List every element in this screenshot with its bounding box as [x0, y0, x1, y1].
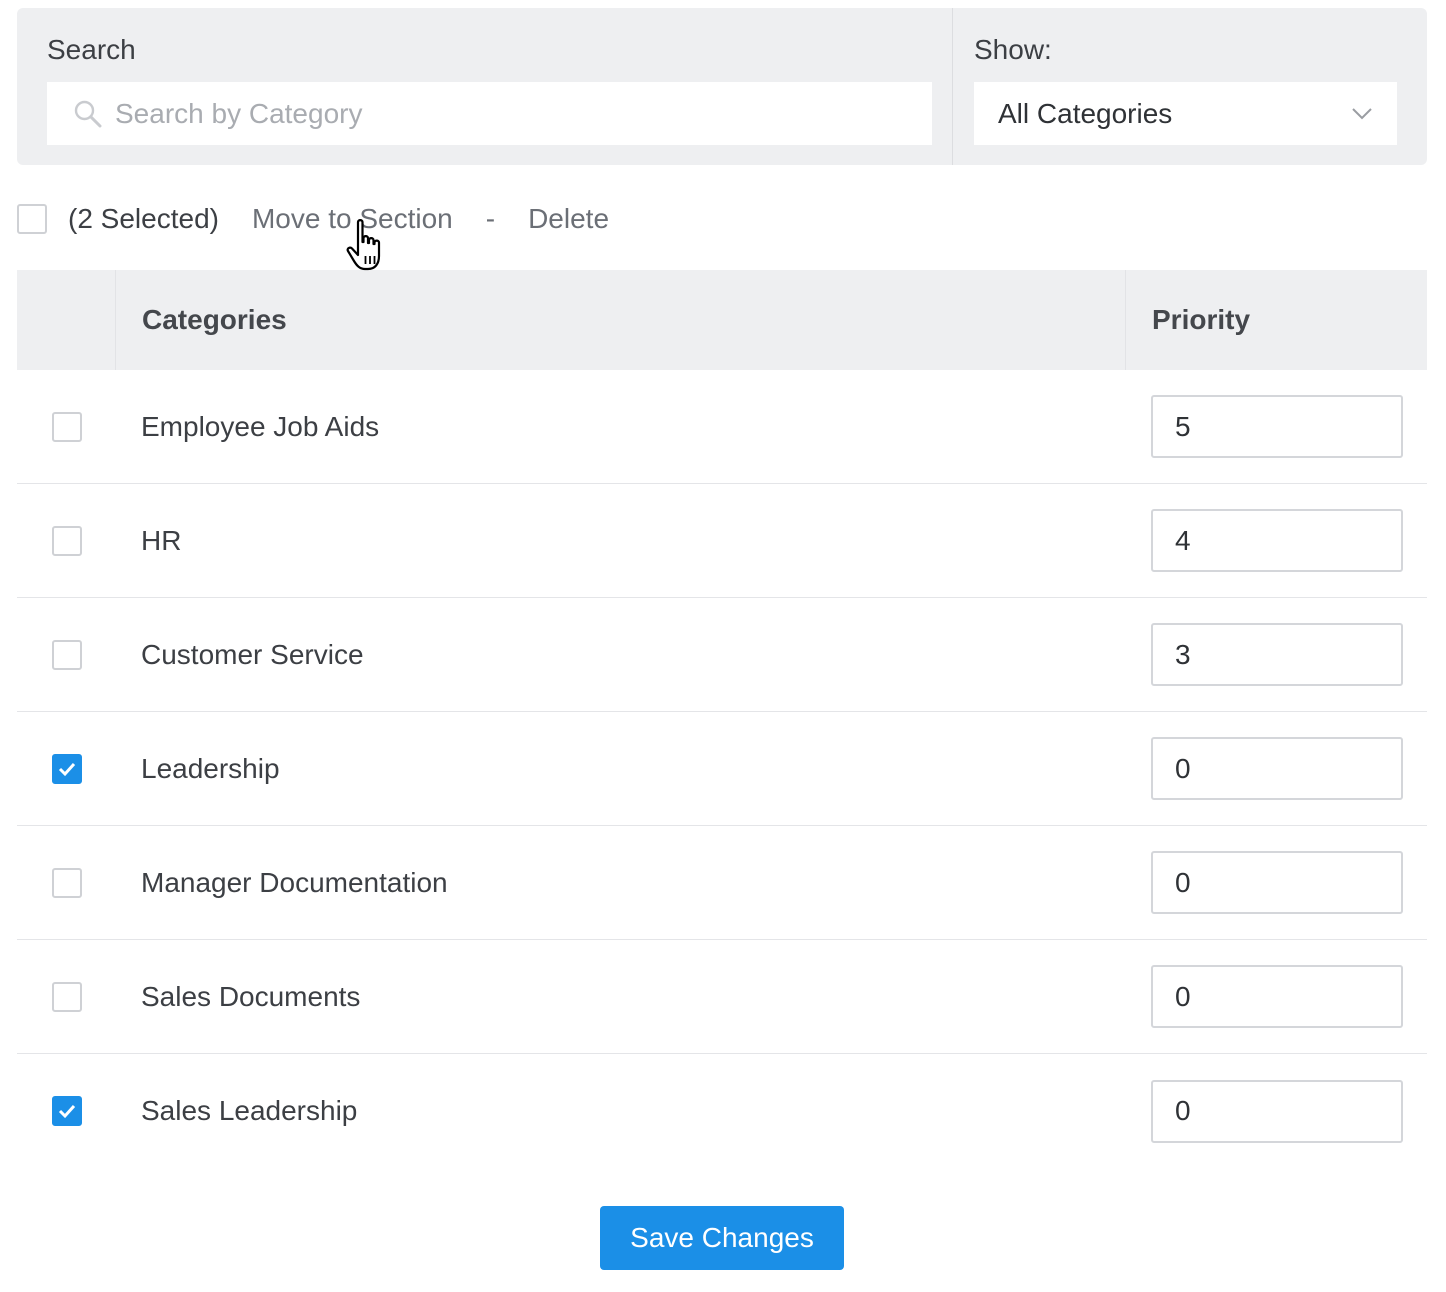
priority-input[interactable]	[1151, 965, 1403, 1028]
bulk-action-separator: -	[485, 203, 496, 234]
row-priority-cell	[1125, 623, 1427, 686]
table-body: Employee Job Aids HR Customer Service Leade…	[17, 370, 1427, 1168]
priority-input[interactable]	[1151, 395, 1403, 458]
table-row: HR	[17, 484, 1427, 598]
row-priority-cell	[1125, 851, 1427, 914]
categories-table: Categories Priority Employee Job Aids HR C…	[17, 270, 1427, 1168]
check-icon	[58, 762, 76, 776]
check-icon	[58, 1104, 76, 1119]
row-checkbox-cell	[17, 639, 115, 670]
row-category-name: Employee Job Aids	[141, 410, 380, 442]
row-checkbox[interactable]	[52, 1096, 82, 1126]
row-category-name: Sales Leadership	[141, 1095, 358, 1126]
row-checkbox-cell	[17, 525, 115, 556]
priority-input[interactable]	[1151, 1079, 1403, 1143]
search-section: Search	[17, 8, 953, 165]
priority-input[interactable]	[1151, 737, 1403, 800]
row-checkbox[interactable]	[52, 753, 82, 784]
row-checkbox[interactable]	[52, 525, 82, 556]
priority-input[interactable]	[1151, 509, 1403, 572]
row-checkbox-cell	[17, 411, 115, 442]
header-priority[interactable]: Priority	[1126, 270, 1427, 370]
row-checkbox[interactable]	[52, 411, 82, 442]
header-categories[interactable]: Categories	[116, 270, 1126, 370]
table-row: Sales Leadership	[17, 1054, 1427, 1168]
priority-input[interactable]	[1151, 851, 1403, 914]
row-checkbox-cell	[17, 981, 115, 1012]
filter-panel: Search Show: All Categories	[17, 8, 1427, 165]
delete-link[interactable]: Delete	[528, 203, 609, 235]
row-category-name: Manager Documentation	[141, 866, 448, 898]
row-category-name: HR	[141, 524, 182, 556]
show-category-select[interactable]: All Categories	[974, 82, 1397, 145]
table-row: Employee Job Aids	[17, 370, 1427, 484]
category-manager-page: Search Show: All Categories	[0, 0, 1446, 1292]
table-row: Leadership	[17, 712, 1427, 826]
row-category-name: Sales Documents	[141, 980, 361, 1012]
search-input[interactable]	[115, 97, 875, 130]
table-header: Categories Priority	[17, 270, 1427, 370]
search-label: Search	[47, 34, 136, 65]
show-label: Show:	[974, 34, 1052, 65]
search-icon	[74, 100, 102, 127]
row-checkbox[interactable]	[52, 867, 82, 898]
priority-input[interactable]	[1151, 623, 1403, 686]
row-checkbox-cell	[17, 867, 115, 898]
select-all-checkbox[interactable]	[17, 204, 47, 234]
row-priority-cell	[1125, 1079, 1427, 1143]
row-category-name: Leadership	[141, 752, 280, 784]
row-checkbox-cell	[17, 753, 115, 784]
selected-count: (2 Selected)	[68, 203, 219, 234]
row-checkbox[interactable]	[52, 981, 82, 1012]
move-to-section-link[interactable]: Move to Section	[252, 203, 453, 235]
table-row: Sales Documents	[17, 940, 1427, 1054]
row-priority-cell	[1125, 737, 1427, 800]
row-checkbox-cell	[17, 1096, 115, 1126]
row-priority-cell	[1125, 965, 1427, 1028]
row-priority-cell	[1125, 395, 1427, 458]
save-changes-button[interactable]: Save Changes	[600, 1206, 844, 1270]
header-checkbox-column	[17, 270, 116, 370]
chevron-down-icon	[1352, 107, 1372, 119]
row-priority-cell	[1125, 509, 1427, 572]
show-select-value: All Categories	[998, 97, 1173, 129]
table-row: Customer Service	[17, 598, 1427, 712]
table-row: Manager Documentation	[17, 826, 1427, 940]
row-checkbox[interactable]	[52, 639, 82, 670]
show-section: Show: All Categories	[953, 8, 1427, 165]
bulk-action-bar: (2 Selected) Move to Section - Delete	[17, 200, 609, 238]
row-category-name: Customer Service	[141, 638, 364, 670]
search-box[interactable]	[47, 82, 932, 145]
